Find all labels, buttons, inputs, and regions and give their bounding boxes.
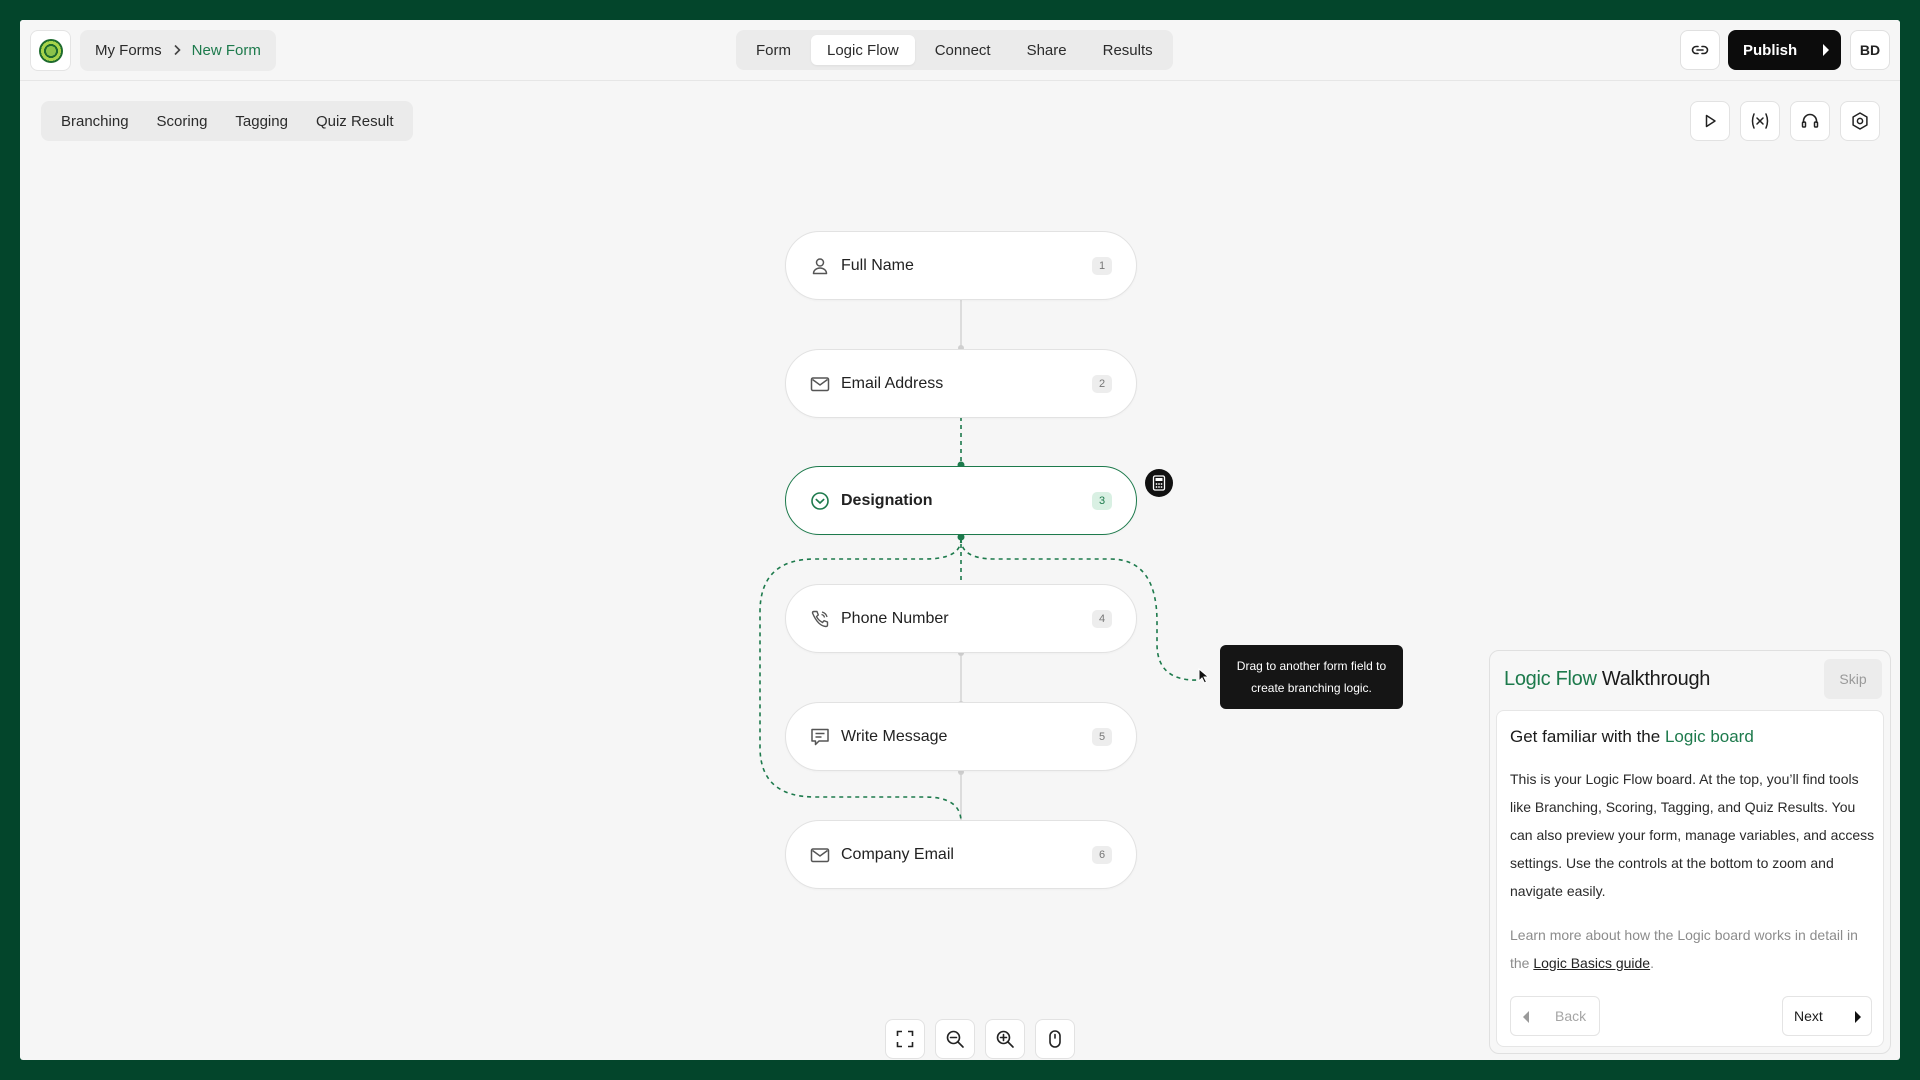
node-number-badge: 1	[1092, 257, 1112, 275]
back-label: Back	[1555, 1008, 1587, 1024]
tab-results[interactable]: Results	[1087, 35, 1169, 65]
node-number-badge: 2	[1092, 375, 1112, 393]
node-label: Full Name	[841, 256, 914, 274]
zoom-out-button[interactable]	[935, 1019, 975, 1059]
mail-icon	[810, 845, 830, 865]
branching-tooltip: Drag to another form field to create bra…	[1220, 645, 1403, 709]
scroll-mode-button[interactable]	[1035, 1019, 1075, 1059]
walkthrough-body: This is your Logic Flow board. At the to…	[1510, 771, 1875, 899]
caret-left-icon	[1523, 1011, 1529, 1023]
learn-more-suffix: .	[1650, 955, 1654, 971]
skip-button[interactable]: Skip	[1824, 659, 1882, 699]
next-label: Next	[1794, 1008, 1823, 1024]
logo-mark	[38, 38, 63, 63]
caret-right-icon	[1855, 1011, 1861, 1023]
app-window: My Forms New Form Form Logic Flow Connec…	[20, 20, 1900, 1060]
link-icon	[1691, 45, 1709, 55]
flow-node-designation[interactable]: Designation 3	[785, 466, 1137, 535]
logic-basics-guide-link[interactable]: Logic Basics guide	[1533, 955, 1650, 971]
publish-label: Publish	[1743, 41, 1798, 59]
flow-node-full-name[interactable]: Full Name 1	[785, 231, 1137, 300]
publish-button[interactable]: Publish	[1728, 30, 1841, 70]
node-label: Phone Number	[841, 609, 949, 627]
flow-node-write-message[interactable]: Write Message 5	[785, 702, 1137, 771]
walkthrough-title-rest: Walkthrough	[1596, 668, 1711, 690]
flow-node-phone-number[interactable]: Phone Number 4	[785, 584, 1137, 653]
dropdown-check-icon	[810, 491, 830, 511]
node-label: Email Address	[841, 374, 944, 392]
walkthrough-heading-accent: Logic board	[1664, 727, 1754, 746]
caret-right-icon	[1823, 44, 1829, 56]
next-button[interactable]: Next	[1782, 996, 1872, 1036]
breadcrumb-my-forms[interactable]: My Forms	[95, 42, 162, 59]
calculator-button[interactable]	[1145, 469, 1173, 497]
app-logo[interactable]	[30, 30, 71, 71]
tab-form[interactable]: Form	[740, 35, 807, 65]
flow-node-email-address[interactable]: Email Address 2	[785, 349, 1137, 418]
copy-link-button[interactable]	[1680, 30, 1720, 70]
node-number-badge: 4	[1092, 610, 1112, 628]
node-number-badge: 6	[1092, 846, 1112, 864]
node-number-badge: 3	[1092, 492, 1112, 510]
walkthrough-card: Get familiar with the Logic board This i…	[1496, 710, 1884, 1047]
fit-screen-icon	[896, 1030, 914, 1048]
tab-connect[interactable]: Connect	[919, 35, 1007, 65]
node-number-badge: 5	[1092, 728, 1112, 746]
top-bar: My Forms New Form Form Logic Flow Connec…	[20, 20, 1900, 81]
person-icon	[810, 256, 830, 276]
fit-screen-button[interactable]	[885, 1019, 925, 1059]
calculator-icon	[1152, 475, 1166, 491]
main-nav-tabs: Form Logic Flow Connect Share Results	[736, 30, 1173, 70]
node-label: Company Email	[841, 845, 954, 863]
tab-share[interactable]: Share	[1011, 35, 1083, 65]
message-icon	[810, 727, 830, 747]
walkthrough-heading-prefix: Get familiar with the	[1510, 727, 1665, 746]
breadcrumb: My Forms New Form	[80, 30, 276, 71]
walkthrough-title: Logic Flow Walkthrough	[1504, 668, 1710, 691]
user-avatar[interactable]: BD	[1850, 30, 1890, 70]
flow-node-company-email[interactable]: Company Email 6	[785, 820, 1137, 889]
walkthrough-learn-more: Learn more about how the Logic board wor…	[1510, 921, 1875, 977]
zoom-out-icon	[946, 1030, 964, 1048]
walkthrough-title-accent: Logic Flow	[1504, 668, 1597, 690]
zoom-in-icon	[996, 1030, 1014, 1048]
back-button[interactable]: Back	[1510, 996, 1600, 1036]
node-label: Designation	[841, 491, 933, 509]
tab-logic-flow[interactable]: Logic Flow	[811, 35, 915, 65]
phone-icon	[810, 609, 830, 629]
zoom-controls	[885, 1019, 1075, 1059]
walkthrough-heading: Get familiar with the Logic board	[1510, 727, 1754, 747]
zoom-in-button[interactable]	[985, 1019, 1025, 1059]
node-label: Write Message	[841, 727, 948, 745]
mouse-icon	[1049, 1030, 1061, 1048]
drag-cursor-icon	[1198, 667, 1212, 687]
breadcrumb-current-form[interactable]: New Form	[192, 42, 261, 59]
chevron-right-icon	[172, 43, 182, 59]
walkthrough-panel: Logic Flow Walkthrough Skip Get familiar…	[1489, 650, 1891, 1054]
mail-icon	[810, 374, 830, 394]
